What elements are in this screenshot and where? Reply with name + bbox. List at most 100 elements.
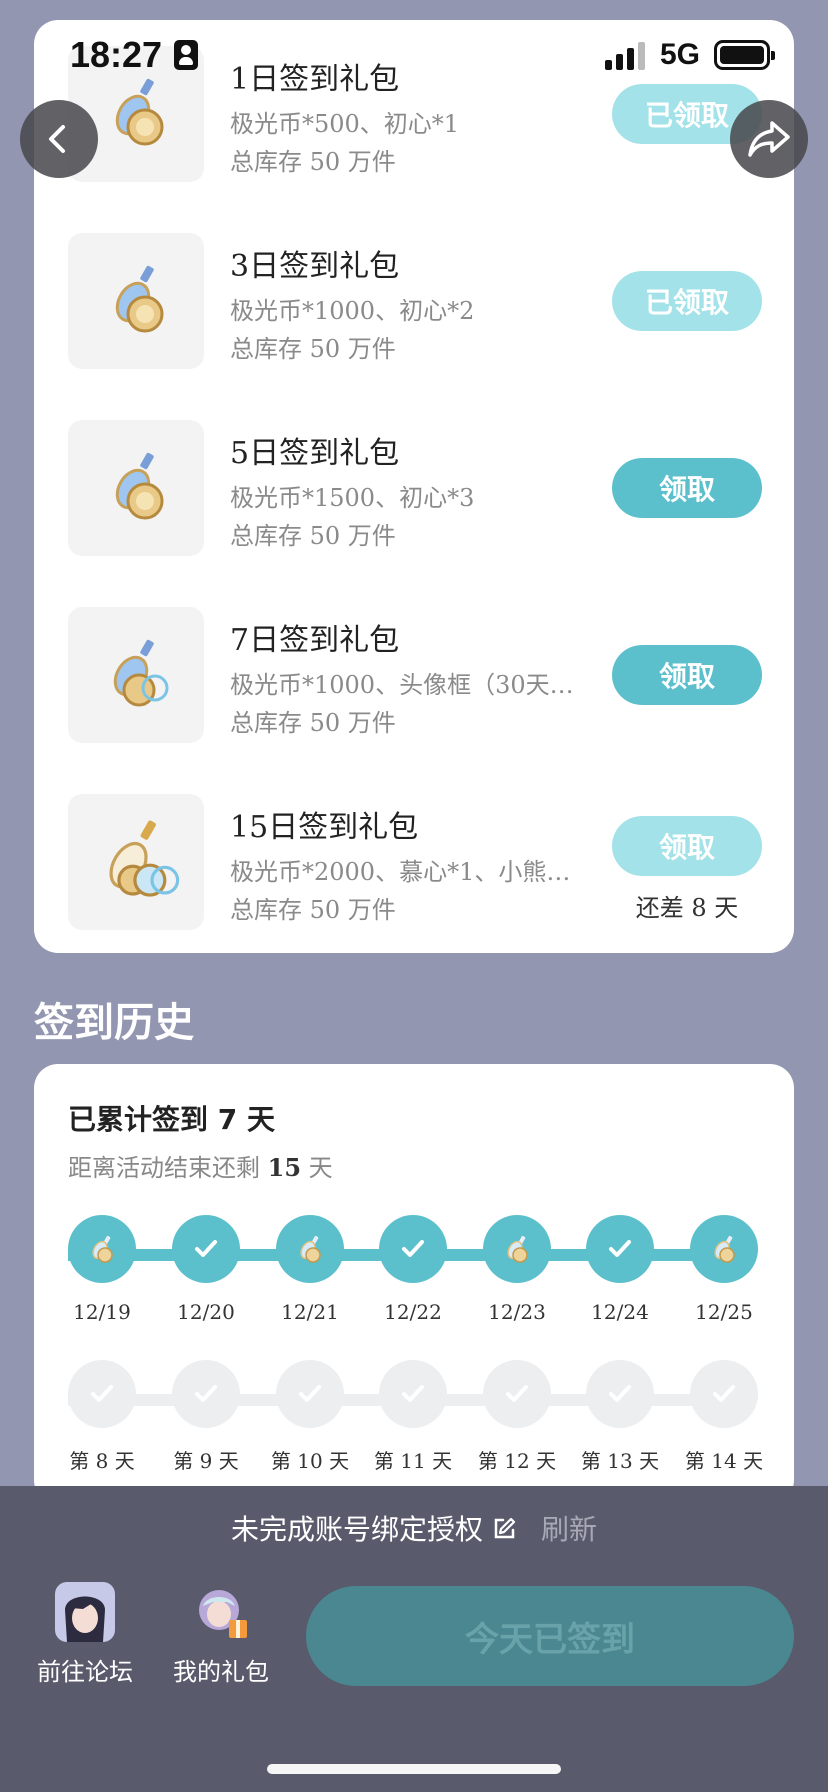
battery-icon [714, 40, 775, 70]
day-date-label: 12/24 [591, 1300, 649, 1324]
gift-item: 15日签到礼包 极光币*2000、慕心*1、小熊… 总库存 50 万件 领取 还… [34, 794, 794, 934]
claim-button[interactable]: 领取 [612, 645, 762, 705]
check-icon [398, 1379, 428, 1409]
refresh-link[interactable]: 刷新 [541, 1513, 597, 1546]
check-icon [605, 1379, 635, 1409]
back-button[interactable] [20, 100, 98, 178]
future-day-label: 第 11 天 [373, 1449, 453, 1473]
my-gifts-label: 我的礼包 [173, 1658, 269, 1686]
future-day [483, 1360, 551, 1428]
gift-item: 7日签到礼包 极光币*1000、头像框（30天… 总库存 50 万件 领取 [34, 607, 794, 747]
gift-stock: 总库存 50 万件 [230, 335, 396, 363]
subtitle-prefix: 距离活动结束还剩 [68, 1154, 268, 1182]
share-icon [748, 121, 790, 157]
gift-list-card: 1日签到礼包 极光币*500、初心*1 总库存 50 万件 已领取 3日签到礼包… [34, 20, 794, 953]
gift-stock: 总库存 50 万件 [230, 148, 396, 176]
future-day-label: 第 13 天 [580, 1449, 660, 1473]
gift-title: 3日签到礼包 [230, 249, 400, 284]
gift-title: 7日签到礼包 [230, 623, 400, 658]
my-gifts-link[interactable]: 我的礼包 [151, 1582, 291, 1687]
forum-link[interactable]: 前往论坛 [15, 1582, 155, 1687]
edit-icon[interactable] [491, 1516, 517, 1549]
gift-title: 5日签到礼包 [230, 436, 400, 471]
gift-image [68, 420, 204, 556]
gift-description: 极光币*1500、初心*3 [230, 484, 475, 512]
check-icon [191, 1379, 221, 1409]
gift-item: 3日签到礼包 极光币*1000、初心*2 总库存 50 万件 已领取 [34, 233, 794, 373]
days-left: 15 [267, 1153, 302, 1182]
network-type: 5G [660, 38, 701, 71]
future-day-label: 第 9 天 [173, 1449, 239, 1473]
day-reward [483, 1215, 551, 1283]
future-day-label: 第 8 天 [69, 1449, 135, 1473]
day-date-label: 12/21 [281, 1300, 339, 1324]
bottle-coin-icon [115, 265, 164, 333]
day-reward [690, 1215, 758, 1283]
day-date-label: 12/25 [695, 1300, 753, 1324]
day-date-label: 12/23 [488, 1300, 546, 1324]
bottle-ring-icon [109, 820, 180, 897]
day-check [379, 1215, 447, 1283]
check-icon [295, 1379, 325, 1409]
bottle-icon [707, 1232, 741, 1266]
day-check [586, 1215, 654, 1283]
gift-item: 5日签到礼包 极光币*1500、初心*3 总库存 50 万件 领取 [34, 420, 794, 560]
gift-image [68, 794, 204, 930]
gift-stock: 总库存 50 万件 [230, 896, 396, 924]
day-reward [68, 1215, 136, 1283]
gift-title: 15日签到礼包 [230, 810, 419, 845]
check-icon [709, 1379, 739, 1409]
gift-description: 极光币*1000、初心*2 [230, 297, 475, 325]
check-icon [87, 1379, 117, 1409]
future-day-label: 第 12 天 [477, 1449, 557, 1473]
future-day-label: 第 14 天 [684, 1449, 764, 1473]
forum-avatar [55, 1582, 115, 1642]
signal-icon [605, 40, 649, 70]
signed-today-button[interactable]: 今天已签到 [306, 1586, 794, 1686]
gift-avatar [191, 1582, 251, 1642]
day-reward [276, 1215, 344, 1283]
home-indicator [267, 1764, 561, 1774]
bind-status-text: 未完成账号绑定授权 [230, 1513, 483, 1546]
check-icon [191, 1234, 221, 1264]
check-icon [605, 1234, 635, 1264]
day-date-label: 12/20 [177, 1300, 235, 1324]
share-button[interactable] [730, 100, 808, 178]
status-bar: 18:27 5G [0, 0, 828, 110]
future-day-label: 第 10 天 [270, 1449, 350, 1473]
check-icon [398, 1234, 428, 1264]
future-day [690, 1360, 758, 1428]
bottle-icon [500, 1232, 534, 1266]
bind-status: 未完成账号绑定授权 刷新 [0, 1508, 828, 1549]
future-day [68, 1360, 136, 1428]
future-day [586, 1360, 654, 1428]
day-date-label: 12/22 [384, 1300, 442, 1324]
history-subtitle: 距离活动结束还剩 15 天 [68, 1148, 333, 1183]
days-remaining: 还差 8 天 [635, 894, 739, 922]
gift-description: 极光币*1000、头像框（30天… [230, 671, 574, 699]
status-time: 18:27 [70, 34, 163, 75]
gift-stock: 总库存 50 万件 [230, 522, 396, 550]
claim-button-locked[interactable]: 领取 [612, 816, 762, 876]
future-day [276, 1360, 344, 1428]
contact-icon [174, 40, 198, 70]
history-card: 已累计签到 7 天 距离活动结束还剩 15 天 [34, 1064, 794, 1504]
forum-label: 前往论坛 [37, 1658, 133, 1686]
history-title: 已累计签到 7 天 [68, 1103, 275, 1136]
claim-button[interactable]: 领取 [612, 458, 762, 518]
gift-stock: 总库存 50 万件 [230, 709, 396, 737]
bottle-ring-icon [113, 639, 169, 707]
future-day [379, 1360, 447, 1428]
subtitle-suffix: 天 [301, 1154, 333, 1182]
gift-description: 极光币*2000、慕心*1、小熊… [230, 858, 571, 886]
section-title: 签到历史 [34, 1000, 194, 1046]
chevron-left-icon [49, 125, 65, 153]
gift-image [68, 607, 204, 743]
bottom-bar: 未完成账号绑定授权 刷新 前往论坛 我的礼包 今天已签到 [0, 1486, 828, 1792]
claimed-button[interactable]: 已领取 [612, 271, 762, 331]
future-day [172, 1360, 240, 1428]
day-date-label: 12/19 [73, 1300, 131, 1324]
gift-image [68, 233, 204, 369]
bottle-coin-icon [115, 452, 164, 520]
bottle-icon [85, 1232, 119, 1266]
